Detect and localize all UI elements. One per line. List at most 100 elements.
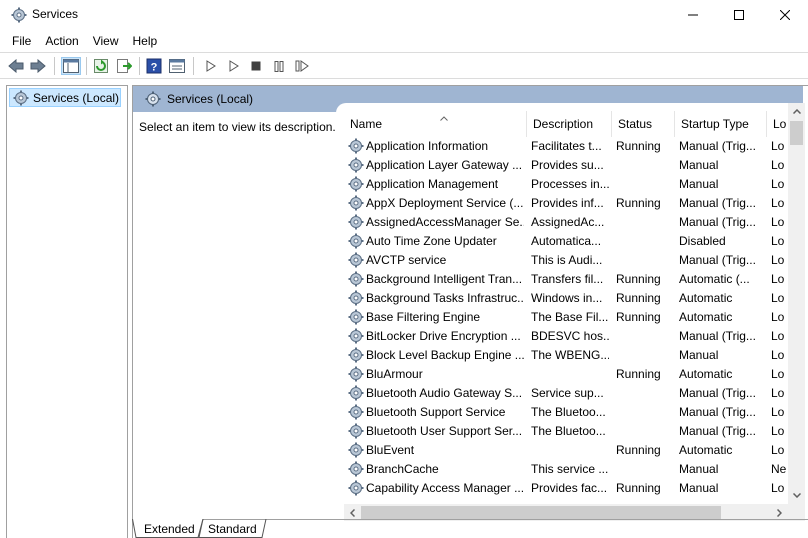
table-row[interactable]: Base Filtering Engine The Base Fil... Runn… xyxy=(336,308,788,327)
service-startup-type: Manual xyxy=(679,177,719,191)
table-row[interactable]: Bluetooth Audio Gateway S... Service sup.… xyxy=(336,384,788,403)
service-description-cell: Provides inf... xyxy=(531,196,604,210)
pause-service-button[interactable] xyxy=(270,57,288,75)
service-startup-type: Manual xyxy=(679,158,719,172)
service-gear-icon xyxy=(348,423,364,439)
vertical-scrollbar[interactable] xyxy=(788,103,805,504)
service-name: BluArmour xyxy=(366,367,423,381)
service-log-on-as: Lo xyxy=(771,234,785,248)
tab-standard[interactable]: Standard xyxy=(208,519,257,538)
column-header-startup-type[interactable]: Startup Type xyxy=(675,111,767,137)
show-hide-console-tree-button[interactable] xyxy=(61,57,81,75)
scroll-down-button[interactable] xyxy=(788,487,805,504)
table-row[interactable]: Background Intelligent Tran... Transfers … xyxy=(336,270,788,289)
service-name: AVCTP service xyxy=(366,253,447,267)
service-log-on-as: Lo xyxy=(771,367,785,381)
close-button[interactable] xyxy=(762,0,808,30)
service-name: AssignedAccessManager Se... xyxy=(366,215,524,229)
service-gear-icon xyxy=(348,480,364,496)
service-status: Running xyxy=(616,367,661,381)
horizontal-scroll-thumb[interactable] xyxy=(361,506,721,519)
table-row[interactable]: BluArmour Running Automatic Lo xyxy=(336,365,788,384)
service-gear-icon xyxy=(348,461,364,477)
service-log-on-as: Lo xyxy=(771,291,785,305)
service-name: Background Tasks Infrastruc... xyxy=(366,291,524,305)
sort-ascending-icon xyxy=(440,110,448,124)
tab-extended[interactable]: Extended xyxy=(144,519,195,538)
table-row[interactable]: Bluetooth Support Service The Bluetoo... M… xyxy=(336,403,788,422)
scroll-up-button[interactable] xyxy=(788,103,805,120)
service-gear-icon xyxy=(348,233,364,249)
title-bar: Services xyxy=(0,0,808,30)
service-gear-icon xyxy=(348,385,364,401)
service-startup-type: Manual xyxy=(679,481,719,495)
console-tree: Services (Local) xyxy=(6,85,128,538)
vertical-scroll-thumb[interactable] xyxy=(790,121,803,145)
forward-button[interactable] xyxy=(29,57,47,75)
table-row[interactable]: Application Information Facilitates t... R… xyxy=(336,137,788,156)
play-icon xyxy=(206,60,216,72)
service-log-on-as: Lo xyxy=(771,253,785,267)
table-row[interactable]: Application Management Processes in... Man… xyxy=(336,175,788,194)
back-button[interactable] xyxy=(7,57,25,75)
table-row[interactable]: BranchCache This service ... Manual Ne xyxy=(336,460,788,479)
service-startup-type: Manual (Trig... xyxy=(679,253,756,267)
tree-item-services-local[interactable]: Services (Local) xyxy=(9,88,121,107)
menu-file[interactable]: File xyxy=(0,30,39,52)
service-log-on-as: Lo xyxy=(771,348,785,362)
stop-service-button[interactable] xyxy=(247,57,265,75)
pause-icon xyxy=(274,60,284,72)
help-icon: ? xyxy=(146,58,162,74)
column-header-status[interactable]: Status xyxy=(612,111,675,137)
service-description-cell: The WBENG... xyxy=(531,348,609,362)
minimize-button[interactable] xyxy=(670,0,716,30)
service-startup-type: Manual (Trig... xyxy=(679,405,756,419)
service-name: Base Filtering Engine xyxy=(366,310,481,324)
table-row[interactable]: BitLocker Drive Encryption ... BDESVC hos… xyxy=(336,327,788,346)
menu-bar: File Action View Help xyxy=(0,30,808,52)
tree-item-label: Services (Local) xyxy=(33,90,120,105)
menu-action[interactable]: Action xyxy=(39,30,86,52)
service-status: Running xyxy=(616,481,661,495)
table-row[interactable]: Block Level Backup Engine ... The WBENG..… xyxy=(336,346,788,365)
export-list-button[interactable] xyxy=(115,57,133,75)
service-gear-icon xyxy=(348,404,364,420)
service-description-cell: Automatica... xyxy=(531,234,602,248)
service-name: Capability Access Manager ... xyxy=(366,481,524,495)
start-service-alt-button[interactable] xyxy=(225,57,243,75)
table-row[interactable]: Background Tasks Infrastruc... Windows in… xyxy=(336,289,788,308)
service-startup-type: Automatic xyxy=(679,367,733,381)
services-gear-icon xyxy=(145,91,161,107)
chevron-up-icon xyxy=(792,109,801,114)
table-row[interactable]: Bluetooth User Support Ser... The Bluetoo… xyxy=(336,422,788,441)
service-gear-icon xyxy=(348,195,364,211)
menu-view[interactable]: View xyxy=(87,30,127,52)
help-button[interactable]: ? xyxy=(145,57,163,75)
restart-service-button[interactable] xyxy=(293,57,311,75)
menu-help[interactable]: Help xyxy=(127,30,166,52)
service-name: Background Intelligent Tran... xyxy=(366,272,523,286)
service-gear-icon xyxy=(348,290,364,306)
properties-button[interactable] xyxy=(168,57,186,75)
service-name: Bluetooth Support Service xyxy=(366,405,506,419)
column-header-description[interactable]: Description xyxy=(527,111,612,137)
start-service-button[interactable] xyxy=(202,57,220,75)
service-name: AppX Deployment Service (... xyxy=(366,196,524,210)
table-row[interactable]: Auto Time Zone Updater Automatica... Disab… xyxy=(336,232,788,251)
column-header-name[interactable]: Name xyxy=(344,111,527,137)
service-gear-icon xyxy=(348,138,364,154)
column-header-log-on-as[interactable]: Lo xyxy=(767,111,788,137)
table-row[interactable]: AssignedAccessManager Se... AssignedAc...… xyxy=(336,213,788,232)
refresh-button[interactable] xyxy=(92,57,110,75)
table-row[interactable]: BluEvent Running Automatic Lo xyxy=(336,441,788,460)
table-row[interactable]: Capability Access Manager ... Provides fa… xyxy=(336,479,788,498)
services-list[interactable]: Name Description Status Startup Type Lo … xyxy=(336,103,806,521)
table-row[interactable]: Application Layer Gateway ... Provides su… xyxy=(336,156,788,175)
table-row[interactable]: AppX Deployment Service (... Provides inf… xyxy=(336,194,788,213)
service-log-on-as: Lo xyxy=(771,177,785,191)
service-log-on-as: Lo xyxy=(771,158,785,172)
service-log-on-as: Lo xyxy=(771,215,785,229)
service-startup-type: Manual (Trig... xyxy=(679,139,756,153)
maximize-button[interactable] xyxy=(716,0,762,30)
table-row[interactable]: AVCTP service This is Audi... Manual (Trig… xyxy=(336,251,788,270)
